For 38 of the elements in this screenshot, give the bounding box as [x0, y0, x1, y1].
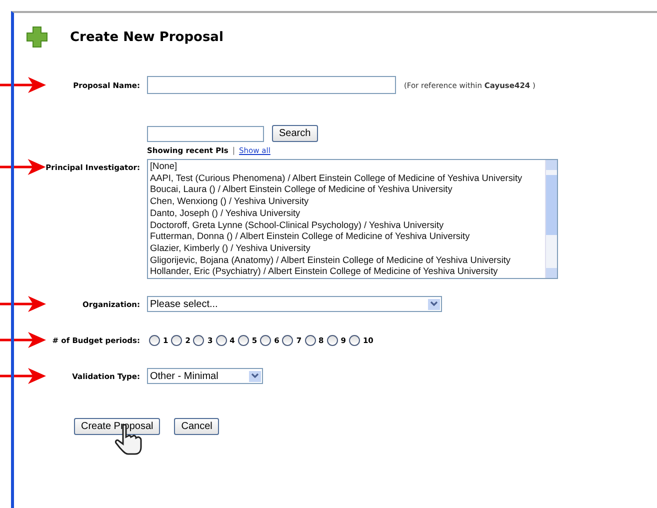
- arrow-icon: [0, 296, 46, 312]
- radio-button[interactable]: [282, 334, 294, 346]
- list-option[interactable]: AAPI, Test (Curious Phenomena) / Albert Einstein College of Medicine of Yeshiva University: [150, 172, 543, 184]
- cancel-button[interactable]: Cancel: [174, 418, 220, 435]
- plus-icon: [26, 26, 48, 48]
- arrow-icon: [0, 368, 46, 384]
- radio-button[interactable]: [216, 334, 227, 346]
- radio-button[interactable]: [348, 334, 360, 346]
- arrow-icon: [0, 159, 46, 175]
- list-option[interactable]: Gligorijevic, Bojana (Anatomy) / Albert Einstein College of Medicine of Yeshiva University: [150, 254, 543, 266]
- arrow-icon: [0, 77, 46, 93]
- radio-button[interactable]: [260, 334, 272, 346]
- radio-button[interactable]: [171, 334, 182, 346]
- radio-button[interactable]: [238, 334, 249, 346]
- page-title: Create New Proposal: [70, 30, 224, 44]
- radio-button[interactable]: [326, 334, 338, 346]
- arrow-icon: [0, 332, 46, 348]
- dropdown-arrow-icon[interactable]: [428, 298, 440, 310]
- radio-button[interactable]: [149, 334, 160, 346]
- list-option[interactable]: Glazier, Kimberly () / Yeshiva University: [150, 242, 543, 255]
- radio-button[interactable]: [304, 334, 316, 346]
- scrollbar[interactable]: [545, 160, 557, 278]
- list-option[interactable]: Danto, Joseph () / Yeshiva University: [150, 208, 543, 220]
- list-option[interactable]: Futterman, Donna () / Albert Einstein College of Medicine of Yeshiva University: [150, 231, 543, 243]
- list-option[interactable]: Boucai, Laura () / Albert Einstein College of Medicine of Yeshiva University: [150, 184, 543, 196]
- proposal-name-input[interactable]: [147, 76, 396, 94]
- list-option[interactable]: Chen, Wenxiong () / Yeshiva University: [150, 196, 543, 208]
- organization-dropdown[interactable]: Please select...: [147, 296, 442, 312]
- search-field[interactable]: [147, 126, 264, 142]
- pi-list[interactable]: [147, 159, 558, 279]
- radio-button[interactable]: [193, 334, 204, 346]
- list-option[interactable]: Hollander, Eric (Psychiatry) / Albert Einstein College of Medicine of Yeshiva University: [150, 266, 543, 278]
- separator-text: |: [232, 146, 236, 155]
- list-option[interactable]: Doctoroff, Greta Lynne (School-Clinical Psychology) / Yeshiva University: [150, 220, 543, 232]
- validation-type-dropdown[interactable]: Other - Minimal: [147, 368, 263, 384]
- dropdown-arrow-icon[interactable]: [249, 370, 261, 382]
- search-button[interactable]: Search: [272, 125, 318, 142]
- list-option[interactable]: [None]: [150, 161, 543, 173]
